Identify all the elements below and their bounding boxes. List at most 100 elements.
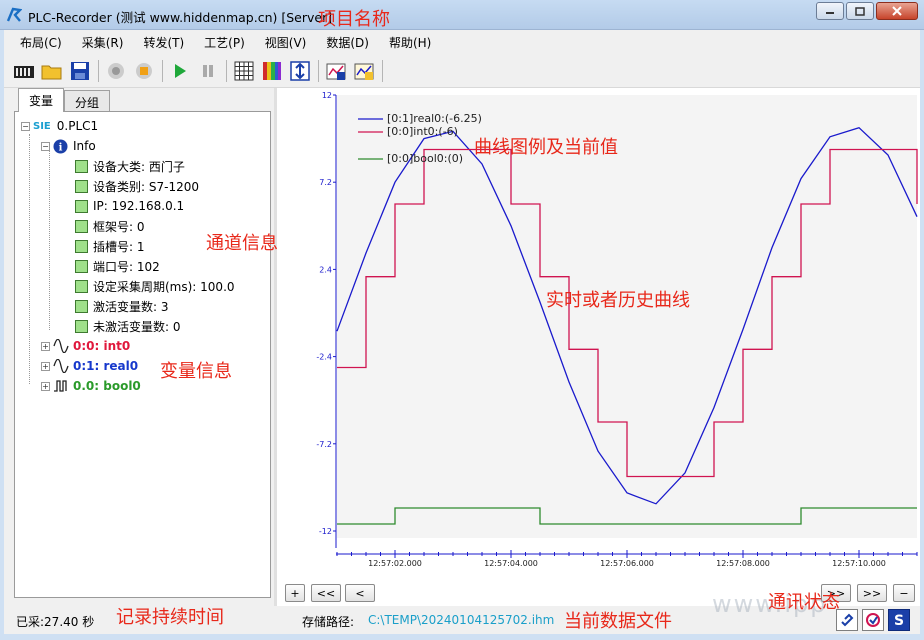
variable-real0[interactable]: + 0:1: real0 (41, 357, 138, 375)
variable-label: 0:1: real0 (73, 359, 139, 373)
grid-icon (234, 61, 254, 80)
info-item[interactable]: 端口号: 102 (75, 257, 160, 275)
analog-wave-icon (53, 359, 69, 373)
tree-guide (49, 150, 50, 330)
toolbar-separator (162, 59, 163, 82)
annotation-variable-info: 变量信息 (160, 361, 232, 382)
play-button[interactable] (168, 59, 192, 83)
info-item[interactable]: IP: 192.168.0.1 (75, 197, 184, 215)
legend-label-int0: [0:0]int0:(-6) (387, 125, 458, 138)
info-item-label: 设定采集周期(ms): 100.0 (93, 279, 235, 294)
save-icon (71, 61, 89, 80)
y-ticks: 12 7.2 2.4 -2.4 -7.2 -12 (316, 91, 336, 536)
annotation-record-duration: 记录持续时间 (116, 607, 224, 628)
info-item-label: 端口号: 102 (93, 259, 160, 274)
menu-data[interactable]: 数据(D) (316, 34, 379, 51)
page-back-button[interactable]: << (311, 584, 341, 602)
info-item[interactable]: 激活变量数: 3 (75, 297, 169, 315)
record-button[interactable] (104, 59, 128, 83)
info-item[interactable]: 未激活变量数: 0 (75, 317, 181, 335)
expand-icon[interactable]: + (41, 381, 50, 391)
annotation-channel-info: 通道信息 (206, 233, 278, 254)
minimize-button[interactable] (816, 2, 844, 20)
leaf-icon (75, 239, 88, 253)
import-chart-button[interactable] (352, 59, 376, 83)
step-back-button[interactable]: < (345, 584, 375, 602)
info-item[interactable]: 设备大类: 西门子 (75, 157, 185, 175)
import-chart-icon (354, 63, 374, 80)
open-button[interactable] (40, 59, 64, 83)
play-icon (175, 63, 186, 78)
legend-label-real0: [0:1]real0:(-6.25) (387, 112, 482, 125)
info-label: Info (73, 139, 96, 153)
info-item[interactable]: 设定采集周期(ms): 100.0 (75, 277, 235, 295)
leaf-icon (75, 259, 88, 273)
info-item[interactable]: 设备类别: S7-1200 (75, 177, 199, 195)
x-tick-label: 12:57:04.000 (484, 559, 538, 568)
tab-groups[interactable]: 分组 (64, 90, 111, 112)
scale-button[interactable] (288, 59, 312, 83)
server-mode-button[interactable]: S (888, 609, 910, 631)
menu-layout[interactable]: 布局(C) (10, 34, 72, 51)
menu-view[interactable]: 视图(V) (255, 34, 317, 51)
x-tick-label: 12:57:10.000 (832, 559, 886, 568)
connection-status-button[interactable] (862, 609, 884, 631)
pause-button[interactable] (196, 59, 220, 83)
minimize-icon (826, 12, 834, 14)
tree-node-info[interactable]: − i Info (41, 137, 96, 155)
toolbar-separator (318, 59, 319, 82)
color-button[interactable] (260, 59, 284, 83)
x-tick-label: 12:57:02.000 (368, 559, 422, 568)
toolbar-separator (98, 59, 99, 82)
info-item[interactable]: 框架号: 0 (75, 217, 145, 235)
maximize-button[interactable] (846, 2, 874, 20)
grid-button[interactable] (232, 59, 256, 83)
close-button[interactable] (876, 2, 918, 20)
server-s-icon: S (894, 613, 904, 628)
zoom-in-button[interactable]: + (285, 584, 305, 602)
save-button[interactable] (68, 59, 92, 83)
export-chart-button[interactable] (324, 59, 348, 83)
y-tick-label: -2.4 (316, 353, 332, 362)
variable-bool0[interactable]: + 0.0: bool0 (41, 377, 141, 395)
variable-label: 0.0: bool0 (73, 379, 141, 393)
stop-button[interactable] (132, 59, 156, 83)
menu-forward[interactable]: 转发(T) (133, 34, 194, 51)
zoom-out-button[interactable]: − (893, 584, 915, 602)
annotation-comm-status: 通讯状态 (768, 592, 840, 613)
x-tick-label: 12:57:06.000 (600, 559, 654, 568)
open-folder-icon (41, 65, 62, 79)
export-chart-icon (326, 63, 346, 80)
annotation-data-file: 当前数据文件 (564, 611, 672, 632)
tab-variables[interactable]: 变量 (18, 88, 65, 112)
legend-label-bool0: [0:0]bool0:(0) (387, 152, 463, 165)
svg-text:S: S (894, 613, 904, 628)
menu-help[interactable]: 帮助(H) (379, 34, 441, 51)
plc-device-button[interactable] (12, 59, 36, 83)
info-item-label: 未激活变量数: 0 (93, 319, 181, 334)
tree-root-plc1[interactable]: − SIE 0.PLC1 (21, 117, 98, 135)
info-item-label: 激活变量数: 3 (93, 299, 169, 314)
stop-icon (136, 62, 152, 79)
expand-icon[interactable]: + (41, 361, 50, 371)
info-item-label: 设备大类: 西门子 (93, 159, 185, 174)
scale-vertical-icon (290, 60, 310, 81)
annotation-project-name: 项目名称 (318, 9, 390, 30)
collapse-icon[interactable]: − (21, 121, 30, 131)
y-tick-label: 2.4 (319, 265, 332, 274)
storage-path-label: 存储路径: (302, 615, 355, 629)
y-tick-label: -12 (319, 527, 332, 536)
variable-label: 0:0: int0 (73, 339, 131, 353)
menu-process[interactable]: 工艺(P) (194, 34, 255, 51)
connection-status-icon (866, 613, 880, 627)
info-item-label: 框架号: 0 (93, 219, 145, 234)
variable-int0[interactable]: + 0:0: int0 (41, 337, 130, 355)
collapse-icon[interactable]: − (41, 141, 50, 151)
expand-icon[interactable]: + (41, 341, 50, 351)
info-item[interactable]: 插槽号: 1 (75, 237, 145, 255)
storage-path-value: C:\TEMP\20240104125702.ihm (368, 613, 555, 627)
page-forward-button[interactable]: >> (857, 584, 887, 602)
menu-acquire[interactable]: 采集(R) (72, 34, 134, 51)
siemens-logo-icon: SIE (33, 120, 51, 132)
trend-chart[interactable]: 12 7.2 2.4 -2.4 -7.2 -12 12:57:02.000 12:57:04… (277, 88, 920, 606)
